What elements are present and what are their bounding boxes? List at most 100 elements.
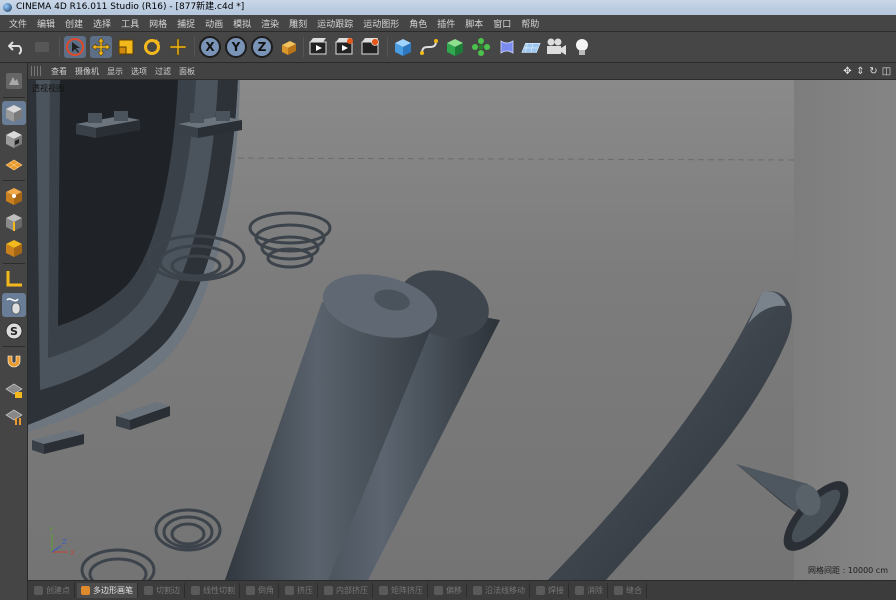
matrix-extrude-label: 矩阵挤压	[391, 586, 423, 595]
menu-select[interactable]: 选择	[88, 17, 116, 30]
menu-snap[interactable]: 捕捉	[172, 17, 200, 30]
polygon-pen-button[interactable]: 多边形画笔	[77, 583, 138, 598]
viewport-menu-panel[interactable]: 面板	[175, 66, 199, 77]
viewport-menu-cameras[interactable]: 摄像机	[71, 66, 103, 77]
menu-motion-tracking[interactable]: 运动跟踪	[312, 17, 358, 30]
cube-object-icon[interactable]	[392, 36, 414, 58]
x-axis-lock-icon[interactable]: X	[199, 36, 221, 58]
menu-window[interactable]: 窗口	[488, 17, 516, 30]
tweak-mode-icon[interactable]	[2, 293, 26, 317]
menu-help[interactable]: 帮助	[516, 17, 544, 30]
menu-file[interactable]: 文件	[4, 17, 32, 30]
texture-mode-icon[interactable]	[2, 127, 26, 151]
viewport-header: 查看 摄像机 显示 选项 过滤 面板 ✥ ⇕ ↻ ◫	[28, 63, 896, 80]
edges-mode-icon[interactable]	[2, 210, 26, 234]
menu-character[interactable]: 角色	[404, 17, 432, 30]
spring-object[interactable]	[248, 211, 332, 269]
bevel-button[interactable]: 倒角	[242, 583, 279, 598]
menu-script[interactable]: 脚本	[460, 17, 488, 30]
viewport-menu-view[interactable]: 查看	[47, 66, 71, 77]
dissolve-button[interactable]: 消除	[571, 583, 608, 598]
points-mode-icon[interactable]	[2, 184, 26, 208]
ring-object[interactable]	[528, 291, 792, 580]
nurbs-icon[interactable]	[444, 36, 466, 58]
render-view-icon[interactable]	[307, 36, 329, 58]
offset-button[interactable]: 偏移	[430, 583, 467, 598]
spline-icon[interactable]	[418, 36, 440, 58]
floor-icon[interactable]	[520, 36, 542, 58]
coordinate-system-icon[interactable]	[277, 36, 299, 58]
bracket-object[interactable]	[116, 402, 170, 430]
left-toolbar: S	[0, 63, 28, 600]
create-point-button[interactable]: 创建点	[30, 583, 75, 598]
toggle-views-icon[interactable]: ◫	[881, 65, 892, 78]
y-axis-label: Y	[225, 36, 247, 58]
polygon-pen-label: 多边形画笔	[93, 586, 133, 595]
spring-object[interactable]	[80, 548, 156, 580]
menu-create[interactable]: 创建	[60, 17, 88, 30]
undo-icon[interactable]	[6, 36, 28, 58]
z-axis-lock-icon[interactable]: Z	[251, 36, 273, 58]
menu-tools[interactable]: 工具	[116, 17, 144, 30]
rotate-view-icon[interactable]: ↻	[868, 65, 879, 78]
create-point-icon	[34, 586, 43, 595]
viewport-menu-display[interactable]: 显示	[103, 66, 127, 77]
camera-icon[interactable]	[545, 36, 567, 58]
snap-icon[interactable]	[2, 350, 26, 374]
viewport-menu-options[interactable]: 选项	[127, 66, 151, 77]
move-icon[interactable]	[90, 36, 112, 58]
line-cut-label: 线性切割	[203, 586, 235, 595]
lock-workplane-icon[interactable]	[2, 378, 26, 402]
live-select-icon[interactable]	[64, 36, 86, 58]
menu-simulate[interactable]: 模拟	[228, 17, 256, 30]
pan-icon[interactable]: ✥	[842, 65, 853, 78]
x-axis-label: X	[199, 36, 221, 58]
extrude-label: 挤压	[297, 586, 313, 595]
perspective-viewport[interactable]: 透视视图 Y X Z 网格间距: 10000 cm	[28, 80, 896, 580]
viewport-menu-filter[interactable]: 过滤	[151, 66, 175, 77]
bracket-object[interactable]	[32, 430, 84, 454]
edit-render-settings-icon[interactable]	[359, 36, 381, 58]
redo-icon[interactable]	[31, 36, 53, 58]
scale-icon[interactable]	[115, 36, 137, 58]
axis-z-label: Z	[62, 538, 67, 546]
spring-object[interactable]	[154, 508, 222, 552]
menu-mesh[interactable]: 网格	[144, 17, 172, 30]
weld-icon	[536, 586, 545, 595]
dissolve-label: 消除	[587, 586, 603, 595]
edge-cut-button[interactable]: 切割边	[140, 583, 185, 598]
menu-animate[interactable]: 动画	[200, 17, 228, 30]
normal-move-button[interactable]: 沿法线移动	[469, 583, 530, 598]
3d-scene[interactable]: Y X Z	[28, 80, 896, 580]
cinema4d-logo-icon	[3, 3, 12, 12]
menu-mograph[interactable]: 运动图形	[358, 17, 404, 30]
array-icon[interactable]	[470, 36, 492, 58]
menu-plugins[interactable]: 插件	[432, 17, 460, 30]
y-axis-lock-icon[interactable]: Y	[225, 36, 247, 58]
make-editable-icon[interactable]	[2, 69, 26, 93]
menu-edit[interactable]: 编辑	[32, 17, 60, 30]
stitch-button[interactable]: 缝合	[610, 583, 647, 598]
enable-axis-icon[interactable]	[2, 267, 26, 291]
planar-workplane-icon[interactable]	[2, 404, 26, 428]
render-to-picture-viewer-icon[interactable]	[333, 36, 355, 58]
matrix-extrude-button[interactable]: 矩阵挤压	[375, 583, 428, 598]
menu-sculpt[interactable]: 雕刻	[284, 17, 312, 30]
model-mode-icon[interactable]	[2, 101, 26, 125]
bevel-icon	[246, 586, 255, 595]
dolly-icon[interactable]: ⇕	[855, 65, 866, 78]
deformer-icon[interactable]	[496, 36, 518, 58]
polygons-mode-icon[interactable]	[2, 236, 26, 260]
rotate-icon[interactable]	[141, 36, 163, 58]
solo-icon[interactable]: S	[2, 319, 26, 343]
light-icon[interactable]	[571, 36, 593, 58]
line-cut-button[interactable]: 线性切割	[187, 583, 240, 598]
menu-render[interactable]: 渲染	[256, 17, 284, 30]
panel-grip-icon[interactable]	[31, 66, 41, 76]
workplane-icon[interactable]	[2, 153, 26, 177]
grid-spacing-readout: 网格间距 : 10000 cm	[808, 566, 888, 575]
weld-button[interactable]: 焊接	[532, 583, 569, 598]
last-tool-icon[interactable]	[167, 36, 189, 58]
extrude-inner-button[interactable]: 内部挤压	[320, 583, 373, 598]
extrude-button[interactable]: 挤压	[281, 583, 318, 598]
